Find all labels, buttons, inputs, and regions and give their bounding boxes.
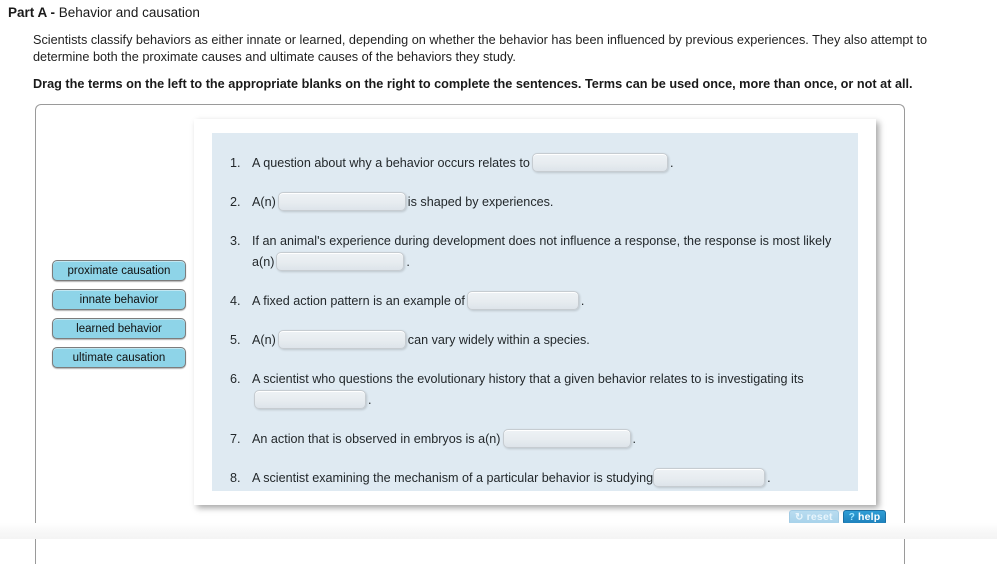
question-text-before: A fixed action pattern is an example of [252, 294, 465, 308]
answer-blank[interactable] [254, 390, 366, 410]
draggable-term[interactable]: learned behavior [52, 318, 186, 339]
list-item: 6. A scientist who questions the evoluti… [230, 369, 840, 411]
question-text-after: . [669, 156, 674, 170]
question-number: 2. [230, 195, 241, 209]
activity-panel: proximate causation innate behavior lear… [35, 104, 905, 564]
question-number: 3. [230, 234, 241, 248]
list-item: 3. If an animal's experience during deve… [230, 231, 840, 273]
list-item: 2. A(n) is shaped by experiences. [230, 192, 840, 213]
question-number: 7. [230, 432, 241, 446]
question-area: 1. A question about why a behavior occur… [212, 133, 858, 491]
answer-blank[interactable] [276, 252, 405, 272]
question-text-after: . [767, 471, 771, 485]
part-label: Part A [8, 5, 47, 20]
question-text-after: . [580, 294, 585, 308]
question-text-after: can vary widely within a species. [407, 333, 590, 347]
draggable-term[interactable]: proximate causation [52, 260, 186, 281]
question-number: 8. [230, 471, 241, 485]
question-text-after: . [406, 255, 410, 269]
question-text-after: is shaped by experiences. [407, 195, 554, 209]
page-title: Part A - Behavior and causation [8, 5, 200, 20]
term-bank: proximate causation innate behavior lear… [52, 260, 188, 368]
list-item: 7. An action that is observed in embryos… [230, 429, 840, 450]
answer-blank[interactable] [466, 291, 579, 311]
question-text-before: A question about why a behavior occurs r… [252, 156, 530, 170]
question-text-before: A(n) [252, 195, 276, 209]
list-item: 4. A fixed action pattern is an example … [230, 291, 840, 312]
refresh-icon: ↻ [795, 511, 804, 523]
intro-paragraph: Scientists classify behaviors as either … [33, 33, 928, 64]
answer-blank[interactable] [277, 330, 406, 350]
question-number: 6. [230, 372, 241, 386]
question-number: 4. [230, 294, 241, 308]
list-item: 1. A question about why a behavior occur… [230, 153, 840, 174]
question-mark-icon: ? [848, 511, 856, 523]
list-item: 5. A(n) can vary widely within a species. [230, 330, 840, 351]
answer-blank[interactable] [531, 153, 668, 173]
question-text-before: A scientist examining the mechanism of a… [252, 471, 654, 485]
footer-band [0, 523, 997, 539]
draggable-term[interactable]: innate behavior [52, 289, 186, 310]
question-text-before: A scientist who questions the evolutiona… [252, 372, 804, 386]
question-list: 1. A question about why a behavior occur… [230, 153, 840, 489]
question-frame: 1. A question about why a behavior occur… [194, 119, 876, 505]
question-text-after: . [632, 432, 637, 446]
question-number: 1. [230, 156, 241, 170]
draggable-term[interactable]: ultimate causation [52, 347, 186, 368]
instruction-paragraph: Drag the terms on the left to the approp… [33, 77, 913, 91]
question-number: 5. [230, 333, 241, 347]
part-subject: Behavior and causation [58, 5, 200, 20]
answer-blank[interactable] [277, 192, 406, 212]
answer-blank[interactable] [653, 468, 766, 488]
title-dash: - [46, 5, 59, 20]
answer-blank[interactable] [502, 429, 631, 449]
list-item: 8. A scientist examining the mechanism o… [230, 468, 840, 489]
question-text-before: A(n) [252, 333, 276, 347]
question-text-before: An action that is observed in embryos is… [252, 432, 501, 446]
question-text-after: . [368, 393, 372, 407]
